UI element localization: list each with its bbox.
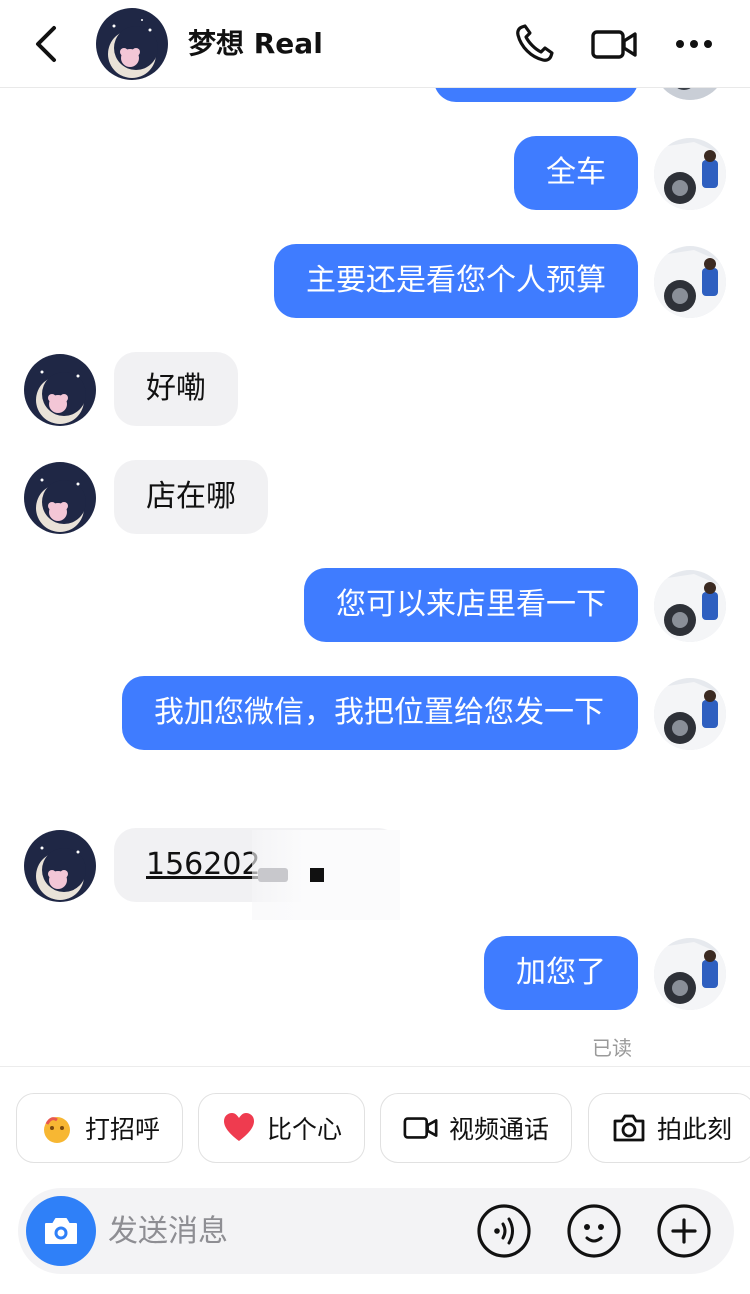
voice-button[interactable] [474, 1201, 534, 1261]
partial-message-bubble [434, 88, 638, 102]
chip-send-heart[interactable]: 比个心 [198, 1093, 366, 1163]
contact-avatar[interactable] [96, 8, 168, 80]
self-avatar[interactable] [654, 570, 726, 642]
more-options-button[interactable] [672, 28, 716, 60]
message-list[interactable]: 全车 主要还是看您个人预算 好嘞 店在哪 您可以来店里看一下 我加您微信，我把位… [0, 88, 750, 1066]
more-dots-icon [676, 40, 712, 48]
message-bubble-incoming[interactable]: 好嘞 [114, 352, 238, 426]
message-composer [18, 1188, 734, 1274]
camera-button[interactable] [26, 1196, 96, 1266]
self-avatar[interactable] [654, 678, 726, 750]
chevron-left-icon [36, 26, 56, 62]
quick-action-bar: 打招呼 比个心 视频通话 拍此刻 [0, 1066, 750, 1186]
message-bubble-outgoing[interactable]: 您可以来店里看一下 [304, 568, 638, 642]
voice-icon [477, 1204, 531, 1258]
message-bubble-incoming[interactable]: 店在哪 [114, 460, 268, 534]
message-input[interactable] [108, 1206, 448, 1256]
chip-label: 打招呼 [85, 1115, 161, 1144]
contact-avatar[interactable] [24, 354, 96, 426]
self-avatar[interactable] [654, 938, 726, 1010]
contact-avatar[interactable] [24, 462, 96, 534]
message-bubble-outgoing[interactable]: 我加您微信，我把位置给您发一下 [122, 676, 638, 750]
voice-call-button[interactable] [512, 22, 556, 66]
camera-icon [611, 1110, 647, 1146]
chip-say-hi[interactable]: 打招呼 [16, 1093, 184, 1163]
chip-label: 视频通话 [449, 1115, 550, 1144]
plus-icon [657, 1204, 711, 1258]
phone-icon [516, 24, 554, 62]
camera-icon [45, 1218, 77, 1244]
self-avatar[interactable] [654, 246, 726, 318]
redaction-mark [310, 868, 324, 882]
read-status: 已读 [592, 1036, 632, 1060]
back-button[interactable] [28, 22, 68, 66]
message-bubble-outgoing[interactable]: 主要还是看您个人预算 [274, 244, 638, 318]
chat-header: 梦想 Real [0, 0, 750, 88]
contact-name[interactable]: 梦想 Real [188, 24, 323, 64]
heart-icon [221, 1110, 257, 1146]
chip-video-call[interactable]: 视频通话 [380, 1093, 573, 1163]
phone-number-link[interactable]: 156202 [146, 847, 261, 882]
video-camera-icon [591, 30, 637, 59]
message-bubble-outgoing[interactable]: 加您了 [484, 936, 638, 1010]
chip-label: 比个心 [267, 1115, 343, 1144]
message-bubble-outgoing[interactable]: 全车 [514, 136, 638, 210]
wave-hand-icon [39, 1110, 75, 1146]
chip-label: 拍此刻 [657, 1115, 733, 1144]
self-avatar[interactable] [654, 138, 726, 210]
chip-capture-moment[interactable]: 拍此刻 [588, 1093, 750, 1163]
video-call-button[interactable] [590, 24, 640, 64]
more-tools-button[interactable] [654, 1201, 714, 1261]
emoji-icon [567, 1204, 621, 1258]
self-avatar [654, 88, 726, 100]
video-camera-icon [403, 1110, 439, 1146]
redaction-mark [258, 868, 288, 882]
contact-avatar[interactable] [24, 830, 96, 902]
emoji-button[interactable] [564, 1201, 624, 1261]
